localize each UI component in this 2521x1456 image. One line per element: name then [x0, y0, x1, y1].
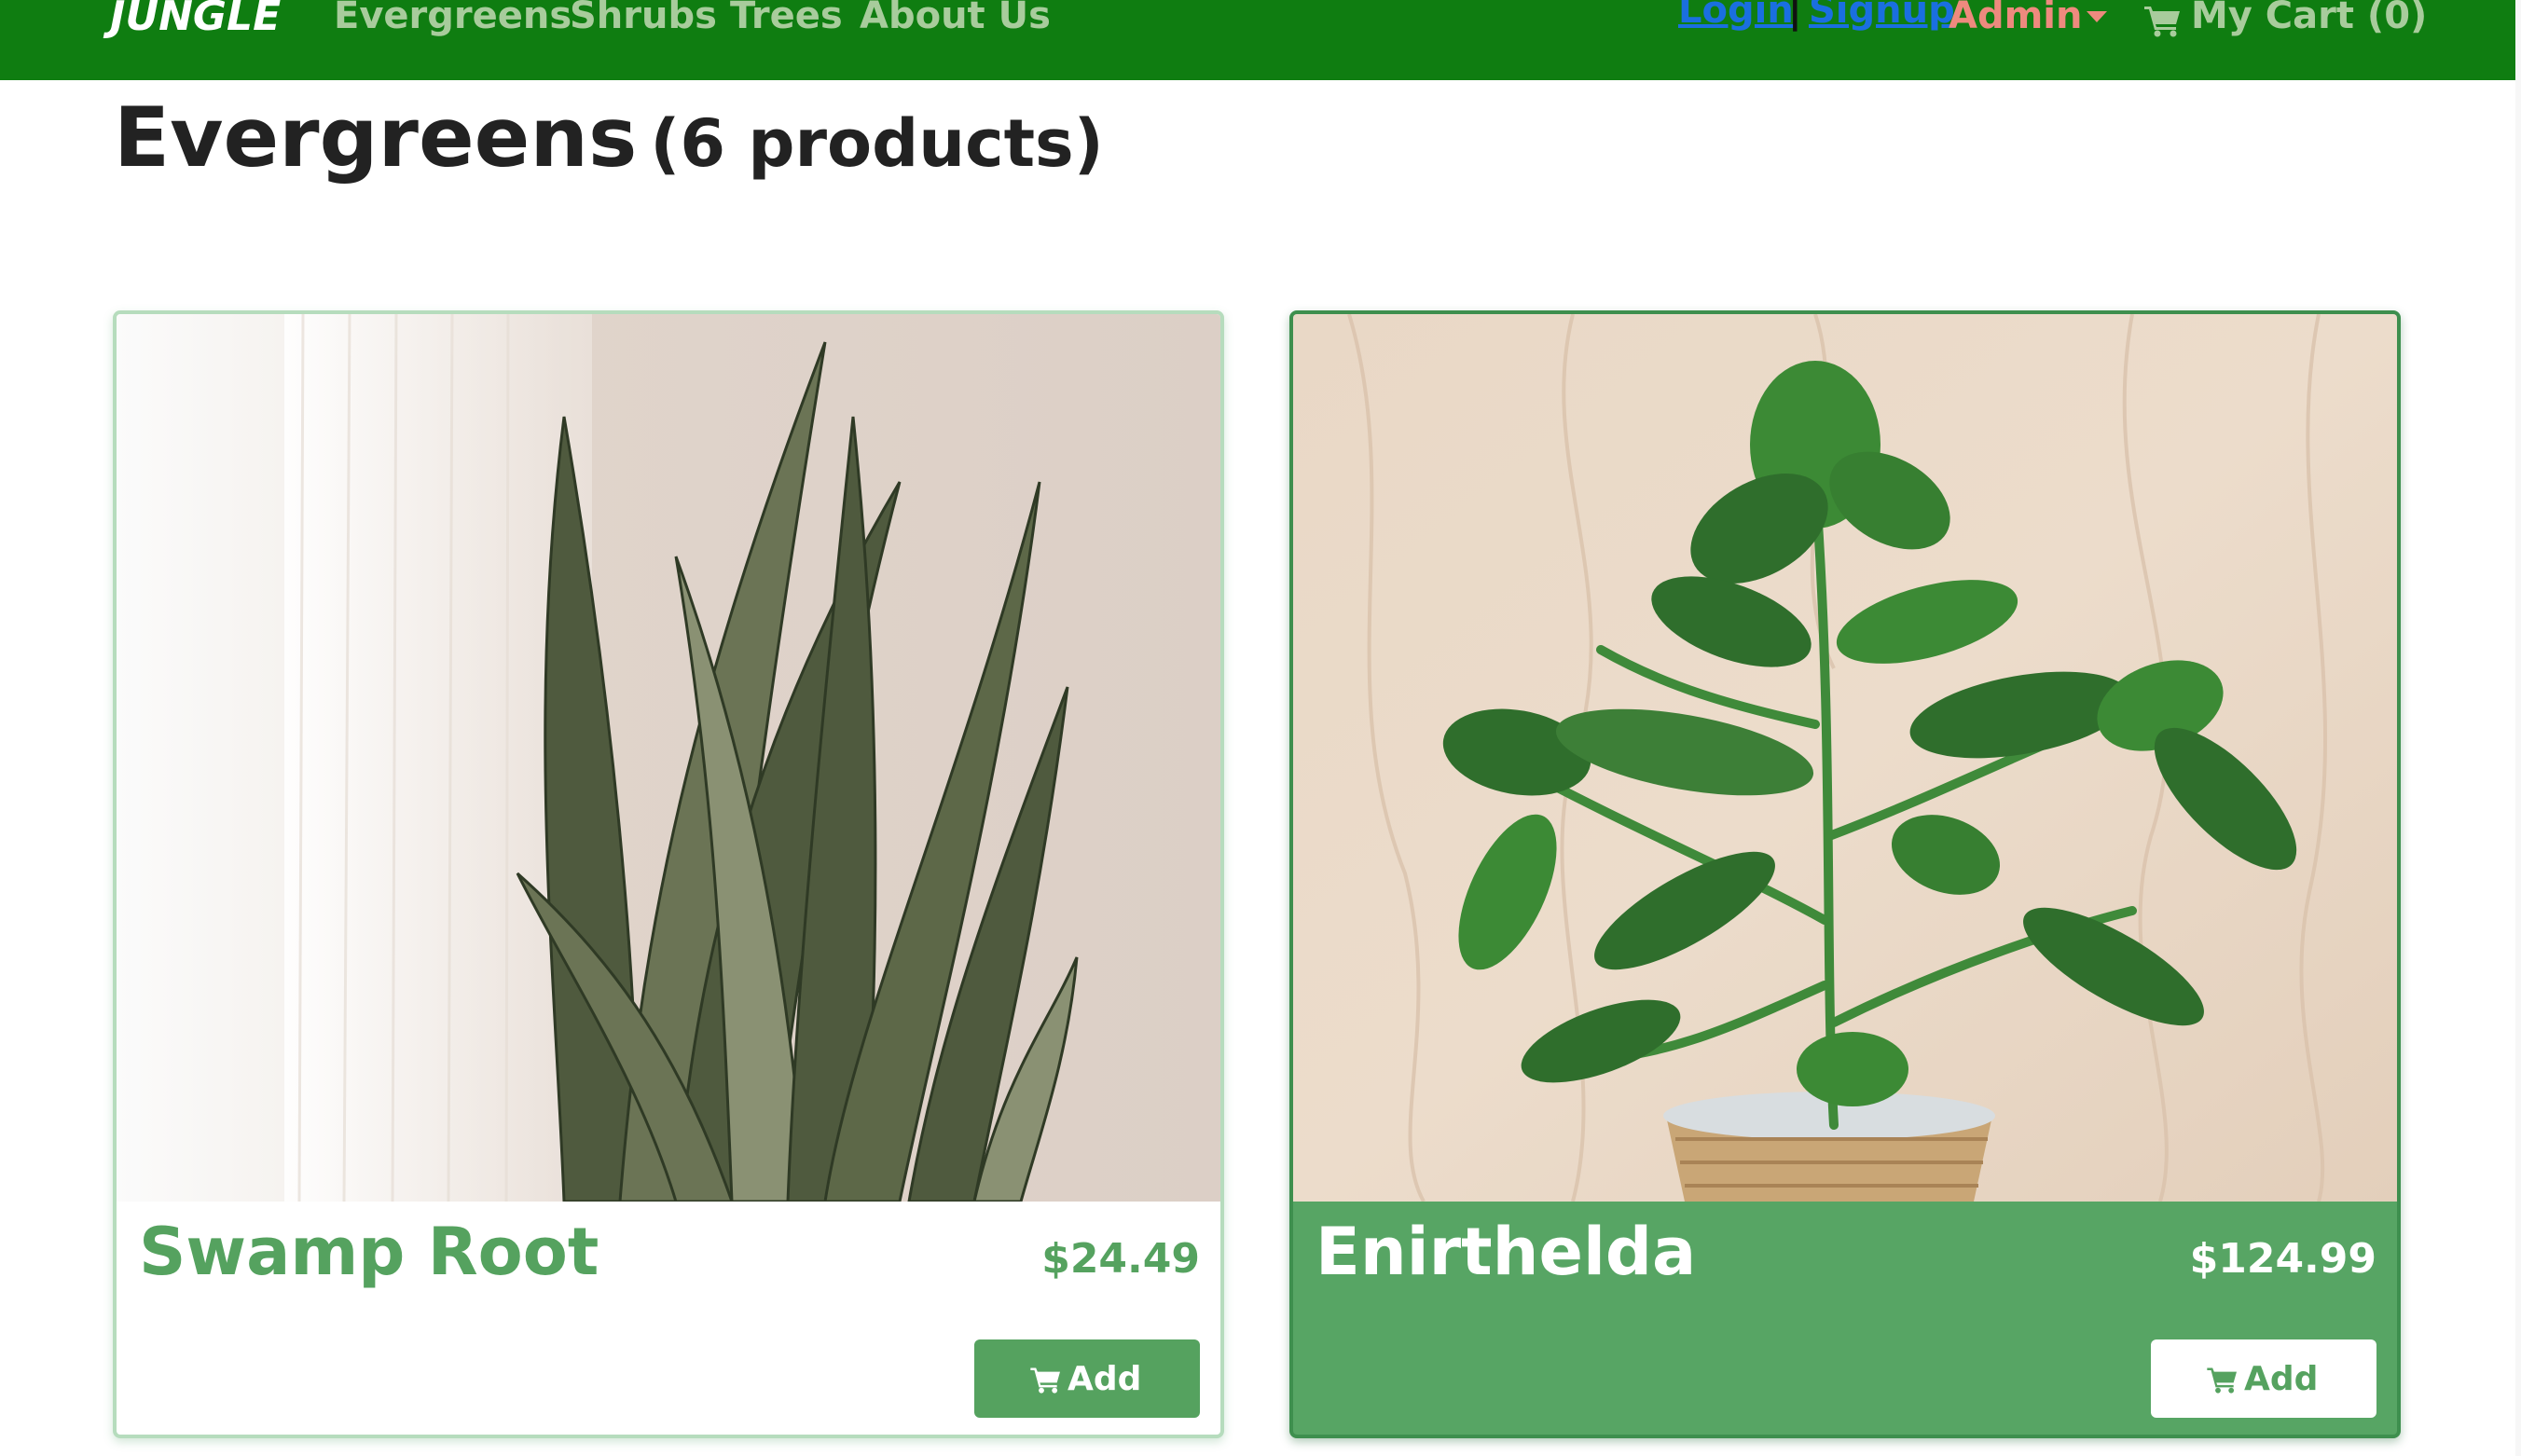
product-count: (6 products): [650, 105, 1104, 182]
product-price: $24.49: [1041, 1235, 1200, 1283]
add-button-label: Add: [2244, 1360, 2319, 1398]
product-card[interactable]: Enirthelda $124.99 Add: [1289, 310, 2401, 1438]
page: JUNGLE Evergreens Shrubs Trees About Us …: [0, 0, 2521, 1456]
signup-link[interactable]: Signup: [1809, 0, 1955, 32]
product-name[interactable]: Swamp Root: [139, 1214, 599, 1290]
navbar: JUNGLE Evergreens Shrubs Trees About Us …: [0, 0, 2515, 80]
product-image-potted-plant[interactable]: [1293, 314, 2397, 1202]
product-card[interactable]: Swamp Root $24.49 Add: [113, 310, 1224, 1438]
category-title: Evergreens: [114, 89, 638, 185]
shopping-cart-icon: [2207, 1367, 2237, 1394]
login-link[interactable]: Login: [1678, 0, 1794, 32]
auth-separator: |: [1788, 0, 1802, 32]
add-button-label: Add: [1068, 1360, 1142, 1398]
shopping-cart-icon: [1030, 1367, 1060, 1394]
product-image-snake-plant[interactable]: [117, 314, 1220, 1202]
page-title: Evergreens (6 products): [114, 89, 1104, 185]
add-to-cart-button[interactable]: Add: [974, 1339, 1200, 1418]
product-price: $124.99: [2189, 1235, 2376, 1283]
caret-down-icon[interactable]: [2087, 11, 2107, 22]
nav-link-trees[interactable]: Trees: [730, 0, 843, 37]
add-to-cart-button[interactable]: Add: [2151, 1339, 2376, 1418]
brand-logo[interactable]: JUNGLE: [110, 0, 281, 40]
nav-link-about-us[interactable]: About Us: [860, 0, 1051, 37]
nav-link-evergreens[interactable]: Evergreens: [334, 0, 572, 37]
shopping-cart-icon: [2144, 7, 2180, 37]
admin-dropdown[interactable]: Admin: [1949, 0, 2082, 37]
cart-label: My Cart (0): [2191, 0, 2428, 37]
product-name[interactable]: Enirthelda: [1316, 1214, 1696, 1290]
window-edge: [2515, 0, 2521, 1456]
nav-link-shrubs[interactable]: Shrubs: [570, 0, 717, 37]
